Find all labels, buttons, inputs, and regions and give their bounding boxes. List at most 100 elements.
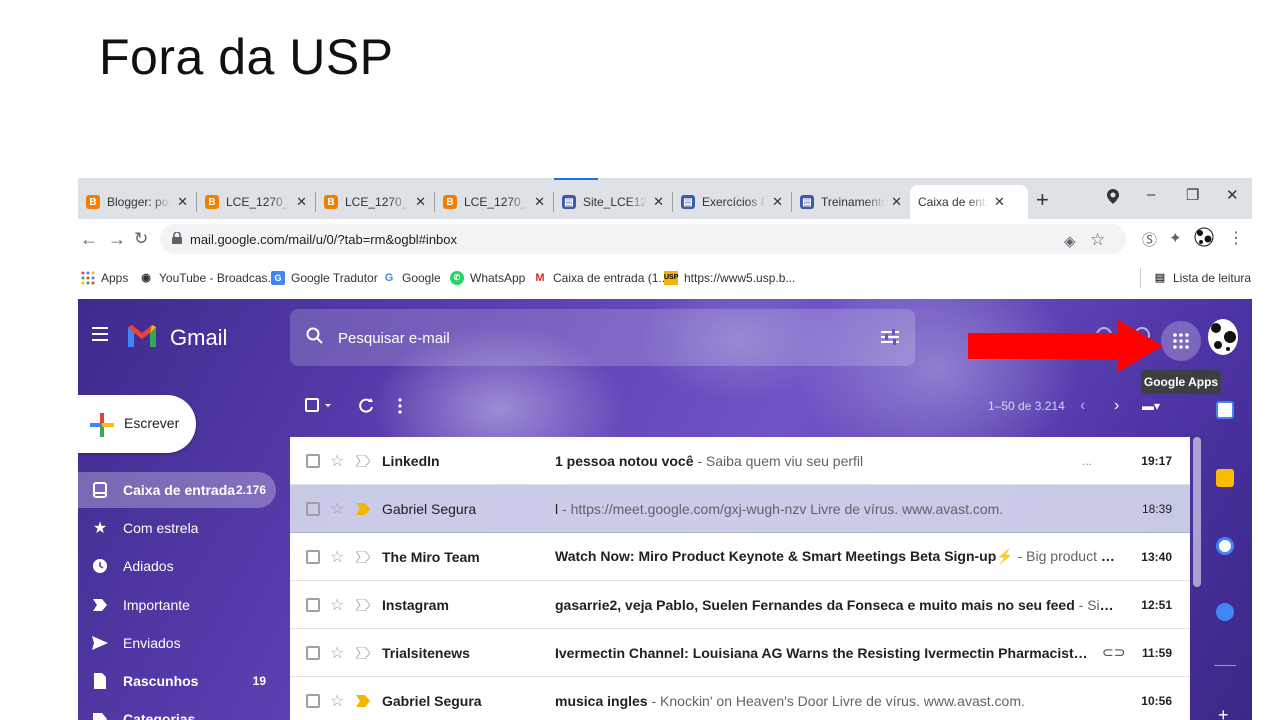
star-icon[interactable]: ☆ xyxy=(330,643,344,663)
compose-button[interactable]: Escrever xyxy=(78,395,196,453)
close-tab-icon[interactable]: ✕ xyxy=(534,194,545,210)
plus-icon xyxy=(90,413,114,437)
email-sender: Instagram xyxy=(382,596,449,613)
star-icon[interactable]: ☆ xyxy=(330,691,344,711)
star-icon[interactable]: ☆ xyxy=(330,499,344,519)
list-scrollbar[interactable] xyxy=(1193,437,1201,587)
extension-skype-icon[interactable]: Ⓢ xyxy=(1142,229,1157,250)
close-tab-icon[interactable]: ✕ xyxy=(415,194,426,210)
close-tab-icon[interactable]: ✕ xyxy=(296,194,307,210)
back-button[interactable]: ← xyxy=(80,229,98,250)
important-marker-icon[interactable] xyxy=(356,646,370,659)
add-addon-icon[interactable]: + xyxy=(1218,705,1229,720)
row-checkbox[interactable] xyxy=(306,501,320,516)
nav-label: Adiados xyxy=(123,558,174,574)
tab-8-active[interactable]: M Caixa de entra ✕ xyxy=(910,185,1028,320)
bookmark-label: YouTube - Broadcas... xyxy=(159,271,278,285)
tab-6[interactable]: ▤ Exercícios Prá ✕ xyxy=(673,185,791,219)
important-marker-icon[interactable] xyxy=(356,694,370,707)
blogger-icon: B xyxy=(205,195,219,209)
tab-4[interactable]: B LCE_1270_Ges ✕ xyxy=(435,185,553,219)
extensions-puzzle-icon[interactable]: ✦ xyxy=(1169,229,1182,247)
star-icon[interactable]: ☆ xyxy=(330,595,344,615)
row-checkbox[interactable] xyxy=(306,597,320,612)
close-tab-icon[interactable]: ✕ xyxy=(177,194,188,210)
row-checkbox[interactable] xyxy=(306,645,320,660)
input-tools-icon[interactable]: ▬▾ xyxy=(1142,399,1160,413)
email-row[interactable]: ☆ LinkedIn 1 pessoa notou você - Saiba q… xyxy=(290,437,1190,485)
search-input[interactable]: Pesquisar e-mail xyxy=(338,330,450,347)
search-options-icon[interactable] xyxy=(881,329,899,345)
nav-important[interactable]: Importante xyxy=(78,587,276,623)
bookmark-google-tradutor[interactable]: G Google Tradutor xyxy=(271,271,378,285)
search-icon[interactable] xyxy=(306,327,324,345)
email-row[interactable]: ☆ Gabriel Segura l - https://meet.google… xyxy=(290,485,1190,533)
tab-2[interactable]: B LCE_1270_Ges ✕ xyxy=(197,185,315,219)
bookmark-google[interactable]: G Google xyxy=(382,271,441,285)
bookmark-apps[interactable]: Apps xyxy=(81,271,128,285)
row-checkbox[interactable] xyxy=(306,453,320,468)
nav-starred[interactable]: ★ Com estrela xyxy=(78,510,276,546)
email-row[interactable]: ☆ Gabriel Segura musica ingles - Knockin… xyxy=(290,677,1190,720)
tasks-icon[interactable] xyxy=(1216,537,1234,555)
tab-5[interactable]: ▤ Site_LCE1270 ✕ xyxy=(554,185,672,219)
close-tab-icon[interactable]: ✕ xyxy=(653,194,664,210)
inbox-icon xyxy=(92,482,108,498)
install-app-icon[interactable]: ◈ xyxy=(1064,232,1076,250)
reload-button[interactable]: ↻ xyxy=(134,229,148,249)
account-avatar[interactable] xyxy=(1208,319,1238,355)
new-tab-button[interactable]: + xyxy=(1036,187,1049,213)
row-checkbox[interactable] xyxy=(306,693,320,708)
email-row[interactable]: ☆ Trialsitenews Ivermectin Channel: Loui… xyxy=(290,629,1190,677)
star-icon[interactable]: ☆ xyxy=(330,547,344,567)
blogger-icon: B xyxy=(443,195,457,209)
minimize-button[interactable]: – xyxy=(1147,186,1155,203)
contacts-icon[interactable] xyxy=(1216,603,1234,621)
prev-page-icon[interactable]: ‹ xyxy=(1080,397,1085,415)
close-tab-icon[interactable]: ✕ xyxy=(891,194,902,210)
star-icon[interactable]: ☆ xyxy=(330,451,344,471)
nav-inbox[interactable]: Caixa de entrada 2.176 xyxy=(78,472,276,508)
search-bar[interactable]: Pesquisar e-mail xyxy=(290,309,915,366)
row-checkbox[interactable] xyxy=(306,549,320,564)
address-bar[interactable]: mail.google.com/mail/u/0/?tab=rm&ogbl#in… xyxy=(160,224,1126,254)
bookmark-whatsapp[interactable]: ✆ WhatsApp xyxy=(450,271,525,285)
bookmark-gmail[interactable]: M Caixa de entrada (1... xyxy=(533,271,668,285)
close-tab-icon[interactable]: ✕ xyxy=(772,194,783,210)
draft-count: 19 xyxy=(252,674,266,688)
nav-drafts[interactable]: Rascunhos 19 xyxy=(78,663,276,699)
tab-label: Treinamentos xyxy=(821,195,886,209)
bookmark-star-icon[interactable]: ☆ xyxy=(1090,230,1105,250)
close-window-button[interactable]: ✕ xyxy=(1226,186,1239,204)
calendar-icon[interactable] xyxy=(1216,401,1234,419)
keep-icon[interactable] xyxy=(1216,469,1234,487)
email-row[interactable]: ☆ Instagram gasarrie2, veja Pablo, Suele… xyxy=(290,581,1190,629)
restore-button[interactable]: ❐ xyxy=(1186,186,1199,204)
tab-7[interactable]: ▤ Treinamentos ✕ xyxy=(792,185,910,219)
forward-button[interactable]: → xyxy=(108,229,126,250)
bookmark-usp[interactable]: USP https://www5.usp.b... xyxy=(664,271,795,285)
google-sites-icon: ▤ xyxy=(562,195,576,209)
email-sender: Gabriel Segura xyxy=(382,500,477,517)
browser-avatar[interactable] xyxy=(1194,227,1214,251)
browser-menu-icon[interactable]: ⋮ xyxy=(1228,228,1244,248)
tab-1[interactable]: B Blogger: posta ✕ xyxy=(78,185,196,219)
email-row[interactable]: ☆ The Miro Team Watch Now: Miro Product … xyxy=(290,533,1190,581)
main-menu-icon[interactable] xyxy=(92,327,108,345)
important-marker-icon[interactable] xyxy=(356,550,370,563)
google-apps-button[interactable] xyxy=(1161,321,1201,361)
email-subject: l - https://meet.google.com/gxj-wugh-nzv… xyxy=(555,500,1004,517)
important-marker-icon[interactable] xyxy=(356,502,370,515)
nav-sent[interactable]: Enviados xyxy=(78,625,276,661)
profile-menu-icon[interactable] xyxy=(1106,188,1120,208)
bookmark-youtube[interactable]: ◉ YouTube - Broadcas... xyxy=(139,271,278,285)
nav-snoozed[interactable]: Adiados xyxy=(78,548,276,584)
tab-3[interactable]: B LCE_1270_Ges ✕ xyxy=(316,185,434,219)
next-page-icon[interactable]: › xyxy=(1114,397,1119,415)
important-marker-icon[interactable] xyxy=(356,454,370,467)
reading-list[interactable]: ▤ Lista de leitura xyxy=(1153,271,1251,285)
important-marker-icon[interactable] xyxy=(356,598,370,611)
email-time: 18:39 xyxy=(1141,501,1172,516)
close-tab-icon[interactable]: ✕ xyxy=(994,194,1005,210)
nav-categories[interactable]: Categorias xyxy=(78,701,276,720)
